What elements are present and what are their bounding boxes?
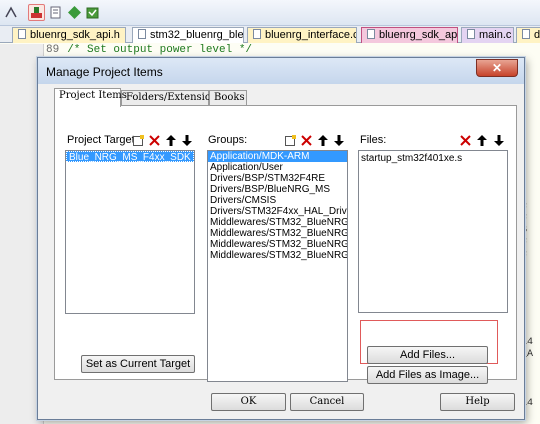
move-group-up-button[interactable] (315, 133, 330, 148)
file-icon (522, 29, 530, 39)
tab-bluenrg-interface-c[interactable]: bluenrg_interface.c (247, 27, 357, 43)
delete-icon (301, 135, 312, 146)
project-items-page: Project Targets: Blue_NRG_MS_F4xx_SDK Gr… (54, 105, 517, 384)
file-icon (138, 29, 146, 39)
delete-target-button[interactable] (147, 133, 162, 148)
list-item[interactable]: Application/User (208, 162, 347, 173)
dialog-content: Project Items Folders/Extensions Books P… (44, 84, 518, 414)
new-group-button[interactable] (282, 133, 297, 148)
list-item[interactable]: Drivers/BSP/STM32F4RE (208, 173, 347, 184)
dialog-title: Manage Project Items (46, 65, 163, 79)
move-up-icon (165, 135, 176, 146)
list-item[interactable]: Application/MDK-ARM (208, 151, 347, 162)
files-list[interactable]: startup_stm32f401xe.s (358, 150, 508, 313)
debug-icon[interactable] (3, 4, 20, 21)
delete-file-button[interactable] (458, 133, 473, 148)
list-item[interactable]: Middlewares/STM32_BlueNRG/HCI (208, 217, 347, 228)
move-target-up-button[interactable] (163, 133, 178, 148)
move-up-icon (476, 135, 487, 146)
tab-overflow[interactable]: de (516, 27, 540, 43)
move-file-down-button[interactable] (491, 133, 506, 148)
move-down-icon (493, 135, 504, 146)
tab-bluenrg-sdk-api-h[interactable]: bluenrg_sdk_api.h (12, 27, 126, 43)
manage-project-items-dialog: Manage Project Items ✕ Project Items Fol… (37, 57, 525, 420)
file-icon (367, 29, 375, 39)
list-item[interactable]: startup_stm32f401xe.s (359, 153, 507, 164)
move-target-down-button[interactable] (179, 133, 194, 148)
delete-icon (149, 135, 160, 146)
delete-icon (460, 135, 471, 146)
help-button[interactable]: Help (440, 393, 515, 411)
move-down-icon (181, 135, 192, 146)
move-group-down-button[interactable] (331, 133, 346, 148)
file-icon (18, 29, 26, 39)
delete-group-button[interactable] (299, 133, 314, 148)
tab-bluenrg-sdk-api-c[interactable]: bluenrg_sdk_api.c (361, 27, 458, 43)
ok-button[interactable]: OK (211, 393, 286, 411)
new-item-icon (284, 134, 296, 146)
list-item[interactable]: Middlewares/STM32_BlueNRG/Utils (208, 250, 347, 261)
editor-tab-strip: bluenrg_sdk_api.h stm32_bluenrg_ble.c bl… (0, 26, 540, 43)
new-target-button[interactable] (130, 133, 145, 148)
files-label: Files: (360, 134, 387, 146)
code-line: 89/* Set output power level */ (46, 44, 253, 56)
options-icon[interactable] (47, 4, 64, 21)
tab-folders-extensions[interactable]: Folders/Extensions (121, 90, 222, 106)
tab-books[interactable]: Books (209, 90, 247, 106)
close-icon: ✕ (491, 61, 503, 75)
close-button[interactable]: ✕ (476, 59, 518, 77)
manage-project-items-icon[interactable] (28, 4, 45, 21)
list-item[interactable]: Blue_NRG_MS_F4xx_SDK (66, 151, 194, 163)
groups-list[interactable]: Application/MDK-ARM Application/User Dri… (207, 150, 348, 382)
move-up-icon (317, 135, 328, 146)
pack-installer-icon[interactable] (84, 4, 101, 21)
cancel-button[interactable]: Cancel (290, 393, 364, 411)
new-item-icon (132, 134, 144, 146)
tab-main-c[interactable]: main.c (461, 27, 514, 43)
file-icon (253, 29, 261, 39)
add-files-button[interactable]: Add Files... (367, 346, 488, 364)
list-item[interactable]: Drivers/CMSIS (208, 195, 347, 206)
file-icon (467, 29, 475, 39)
list-item[interactable]: Drivers/STM32F4xx_HAL_Driver (208, 206, 347, 217)
set-current-target-button[interactable]: Set as Current Target (81, 355, 195, 373)
list-item[interactable]: Middlewares/STM32_BlueNRG/Interfa (208, 239, 347, 250)
move-down-icon (333, 135, 344, 146)
tab-stm32-bluenrg-ble-c[interactable]: stm32_bluenrg_ble.c (132, 27, 244, 43)
main-toolbar (0, 0, 540, 26)
list-item[interactable]: Drivers/BSP/BlueNRG_MS (208, 184, 347, 195)
green-diamond-icon[interactable] (66, 4, 83, 21)
groups-label: Groups: (208, 134, 248, 146)
move-file-up-button[interactable] (474, 133, 489, 148)
list-item[interactable]: Middlewares/STM32_BlueNRG/HCI/c (208, 228, 347, 239)
dialog-titlebar[interactable]: Manage Project Items ✕ (38, 58, 524, 84)
targets-list[interactable]: Blue_NRG_MS_F4xx_SDK (65, 150, 195, 314)
add-files-as-image-button[interactable]: Add Files as Image... (367, 366, 488, 384)
tab-project-items[interactable]: Project Items (54, 88, 127, 107)
